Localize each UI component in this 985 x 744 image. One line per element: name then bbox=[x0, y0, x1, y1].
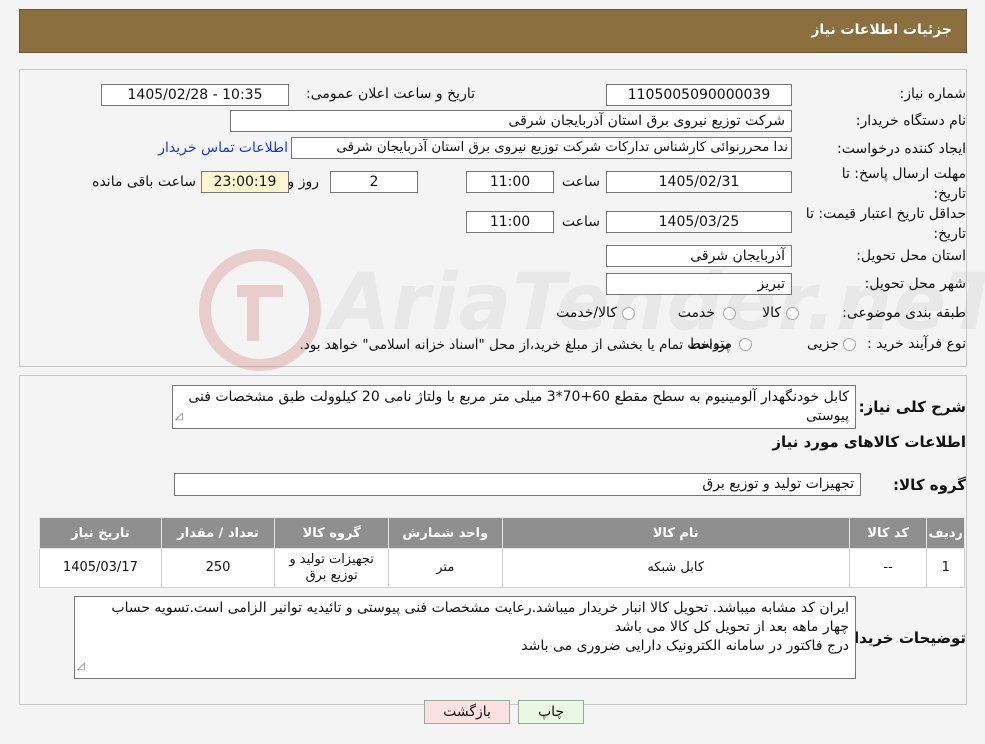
table-row: 1 -- کابل شبکه متر تجهیزات تولید و توزیع… bbox=[39, 548, 965, 588]
price-validity-date-field: 1405/03/25 bbox=[606, 211, 792, 233]
remaining-label: ساعت باقی مانده bbox=[92, 174, 196, 190]
city-field: تبریز bbox=[606, 273, 792, 295]
buyer-contact-link[interactable]: اطلاعات تماس خریدار bbox=[158, 140, 288, 156]
category-option-goods: کالا bbox=[762, 305, 781, 321]
city-label: شهر محل تحویل: bbox=[864, 276, 966, 292]
resize-grip-icon[interactable]: ◿ bbox=[175, 407, 183, 426]
cell-row: 1 bbox=[926, 548, 965, 588]
col-name: نام کالا bbox=[501, 517, 850, 549]
category-option-service: خدمت bbox=[677, 305, 715, 321]
cell-group: تجهیزات تولید و توزیع برق bbox=[274, 548, 389, 588]
col-date: تاریخ نیاز bbox=[39, 517, 162, 549]
col-quantity: تعداد / مقدار bbox=[160, 517, 276, 549]
col-row: ردیف bbox=[926, 517, 965, 549]
category-radio-service[interactable] bbox=[723, 307, 736, 320]
page-header: جزئیات اطلاعات نیاز bbox=[19, 9, 967, 53]
col-unit: واحد شمارش bbox=[387, 517, 503, 549]
price-validity-time-label: ساعت bbox=[561, 214, 600, 230]
buyer-org-label: نام دستگاه خریدار: bbox=[855, 113, 966, 129]
buyer-notes-textarea[interactable]: ایران کد مشابه میباشد. تحویل کالا انبار … bbox=[74, 596, 856, 679]
process-radio-medium[interactable] bbox=[739, 338, 752, 351]
buyer-notes-line-2: درج فاکتور در سامانه الکترونیک دارایی ضر… bbox=[521, 638, 849, 654]
summary-text: کابل خودنگهدار آلومینیوم به سطح مقطع 60+… bbox=[188, 389, 849, 424]
summary-label: شرح کلی نیاز: bbox=[858, 398, 966, 416]
days-field: 2 bbox=[330, 171, 418, 193]
cell-quantity: 250 bbox=[160, 548, 276, 588]
cell-unit: متر bbox=[387, 548, 503, 588]
announce-label: تاریخ و ساعت اعلان عمومی: bbox=[306, 86, 475, 102]
announce-date-field: 1405/02/28 - 10:35 bbox=[101, 84, 289, 106]
category-radio-goods-service[interactable] bbox=[622, 307, 635, 320]
buyer-notes-line-1: ایران کد مشابه میباشد. تحویل کالا انبار … bbox=[111, 600, 849, 635]
back-button[interactable]: بازگشت bbox=[424, 700, 510, 724]
days-label: روز و bbox=[287, 174, 320, 190]
category-option-goods-service: کالا/خدمت bbox=[556, 305, 617, 321]
goods-info-title: اطلاعات کالاهای مورد نیاز bbox=[772, 433, 966, 451]
cell-date: 1405/03/17 bbox=[39, 548, 162, 588]
creator-field: ندا محررنوائی کارشناس تدارکات شرکت توزیع… bbox=[291, 137, 792, 159]
need-number-field: 1105005090000039 bbox=[606, 84, 792, 106]
province-label: استان محل تحویل: bbox=[856, 248, 966, 264]
goods-table-header: ردیف کد کالا نام کالا واحد شمارش گروه کا… bbox=[39, 517, 965, 549]
process-note: پرداخت تمام یا بخشی از مبلغ خرید،از محل … bbox=[299, 337, 730, 353]
col-group: گروه کالا bbox=[274, 517, 389, 549]
col-code: کد کالا bbox=[848, 517, 928, 549]
category-radio-goods[interactable] bbox=[786, 307, 799, 320]
deadline-date-field: 1405/02/31 bbox=[606, 171, 792, 193]
price-validity-time-field: 11:00 bbox=[466, 211, 554, 233]
category-label: طبقه بندی موضوعی: bbox=[842, 305, 966, 321]
remaining-time-field: 23:00:19 bbox=[201, 171, 289, 193]
need-number-label: شماره نیاز: bbox=[899, 86, 967, 102]
price-validity-label: حداقل تاریخ اعتبار قیمت: تا تاریخ: bbox=[805, 206, 966, 242]
deadline-label: مهلت ارسال پاسخ: تا تاریخ: bbox=[841, 166, 966, 202]
buyer-notes-label: توضیحات خریدار: bbox=[839, 629, 966, 647]
summary-textarea[interactable]: کابل خودنگهدار آلومینیوم به سطح مقطع 60+… bbox=[172, 385, 856, 429]
goods-group-label: گروه کالا: bbox=[893, 476, 966, 494]
resize-grip-icon[interactable]: ◿ bbox=[77, 657, 85, 676]
cell-code: -- bbox=[848, 548, 928, 588]
province-field: آذربایجان شرقی bbox=[606, 245, 792, 267]
goods-group-field: تجهیزات تولید و توزیع برق bbox=[174, 473, 861, 496]
process-label: نوع فرآیند خرید : bbox=[867, 336, 966, 352]
page-title: جزئیات اطلاعات نیاز bbox=[811, 22, 952, 38]
creator-label: ایجاد کننده درخواست: bbox=[837, 141, 966, 157]
print-button[interactable]: چاپ bbox=[518, 700, 584, 724]
goods-table: ردیف کد کالا نام کالا واحد شمارش گروه کا… bbox=[39, 517, 965, 588]
cell-name: کابل شبکه bbox=[501, 548, 850, 588]
buyer-org-field: شرکت توزیع نیروی برق استان آذربایجان شرق… bbox=[230, 110, 792, 132]
process-option-minor: جزیی bbox=[807, 336, 839, 352]
deadline-time-field: 11:00 bbox=[466, 171, 554, 193]
deadline-time-label: ساعت bbox=[561, 174, 600, 190]
process-radio-minor[interactable] bbox=[843, 338, 856, 351]
